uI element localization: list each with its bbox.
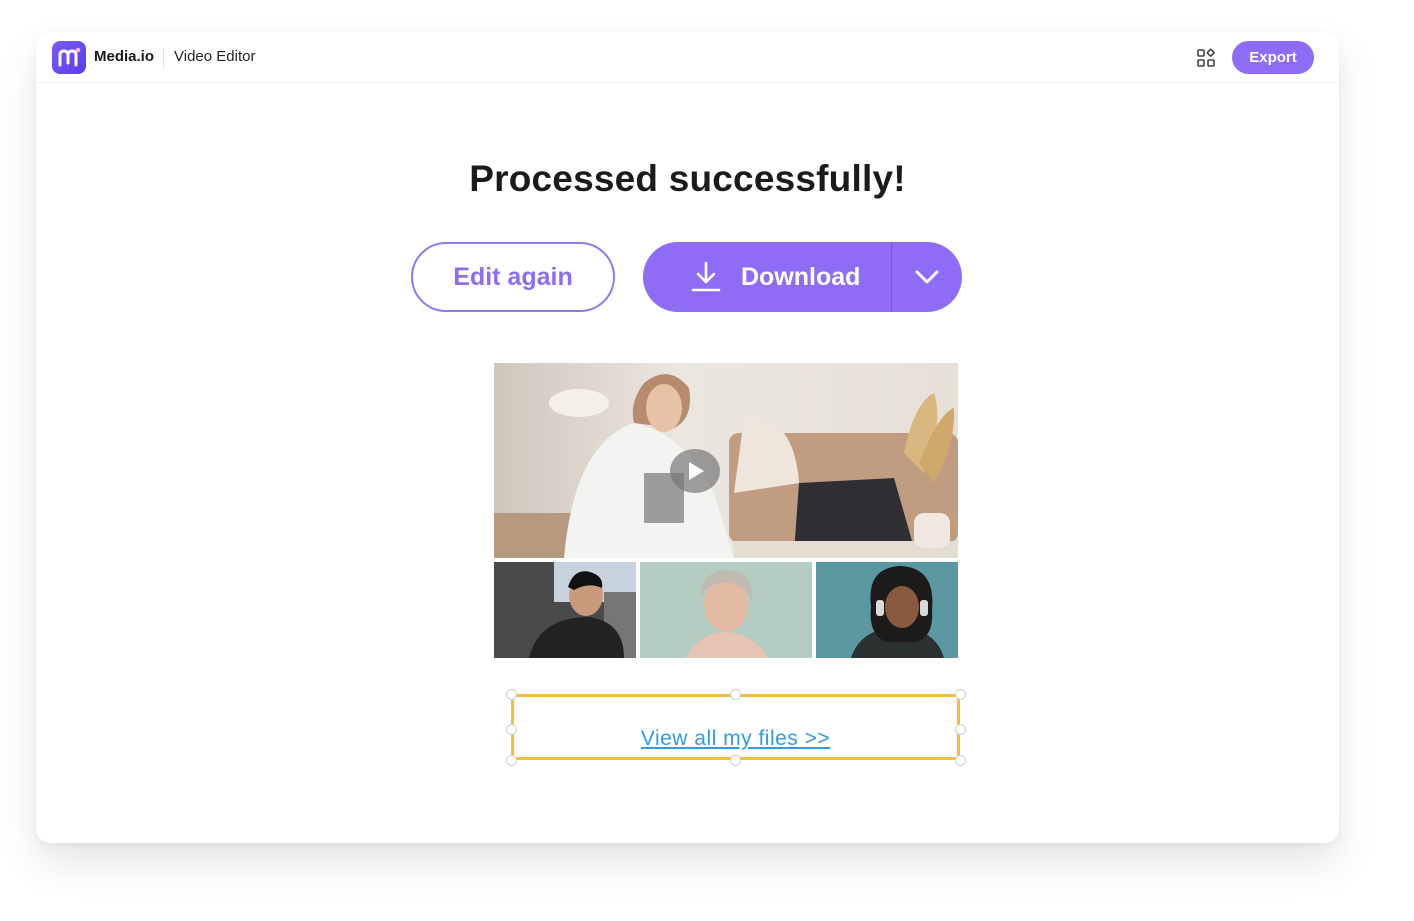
resize-handle[interactable] xyxy=(506,755,517,766)
thumbnail-1[interactable] xyxy=(494,562,636,658)
download-label: Download xyxy=(741,263,861,291)
play-icon xyxy=(689,462,704,480)
header-divider xyxy=(163,48,164,68)
resize-handle[interactable] xyxy=(955,689,966,700)
export-button[interactable]: Export xyxy=(1232,41,1314,74)
resize-handle[interactable] xyxy=(730,755,741,766)
download-button-group: Download xyxy=(643,242,962,312)
edit-again-button[interactable]: Edit again xyxy=(411,242,615,312)
app-name: Video Editor xyxy=(174,48,256,65)
main-video-frame[interactable] xyxy=(494,363,958,558)
selection-box: View all my files >> xyxy=(506,689,966,766)
brand-name: Media.io xyxy=(94,48,155,65)
thumbnail-2[interactable] xyxy=(640,562,812,658)
video-preview xyxy=(494,363,958,658)
download-options-button[interactable] xyxy=(892,242,962,312)
resize-handle[interactable] xyxy=(955,755,966,766)
thumbnail-3[interactable] xyxy=(816,562,958,658)
apps-grid-icon[interactable] xyxy=(1196,48,1216,68)
page-title: Processed successfully! xyxy=(469,158,906,199)
download-icon xyxy=(691,261,721,292)
top-bar: Media.io Video Editor Export xyxy=(36,32,1339,83)
editor-window: Media.io Video Editor Export Processed s… xyxy=(36,32,1339,843)
chevron-down-icon xyxy=(915,270,939,284)
media-io-logo-icon[interactable] xyxy=(52,41,86,74)
view-all-files-link[interactable]: View all my files >> xyxy=(514,727,957,751)
resize-handle[interactable] xyxy=(730,689,741,700)
download-button[interactable]: Download xyxy=(643,242,891,312)
play-button[interactable] xyxy=(670,449,720,493)
resize-handle[interactable] xyxy=(506,689,517,700)
